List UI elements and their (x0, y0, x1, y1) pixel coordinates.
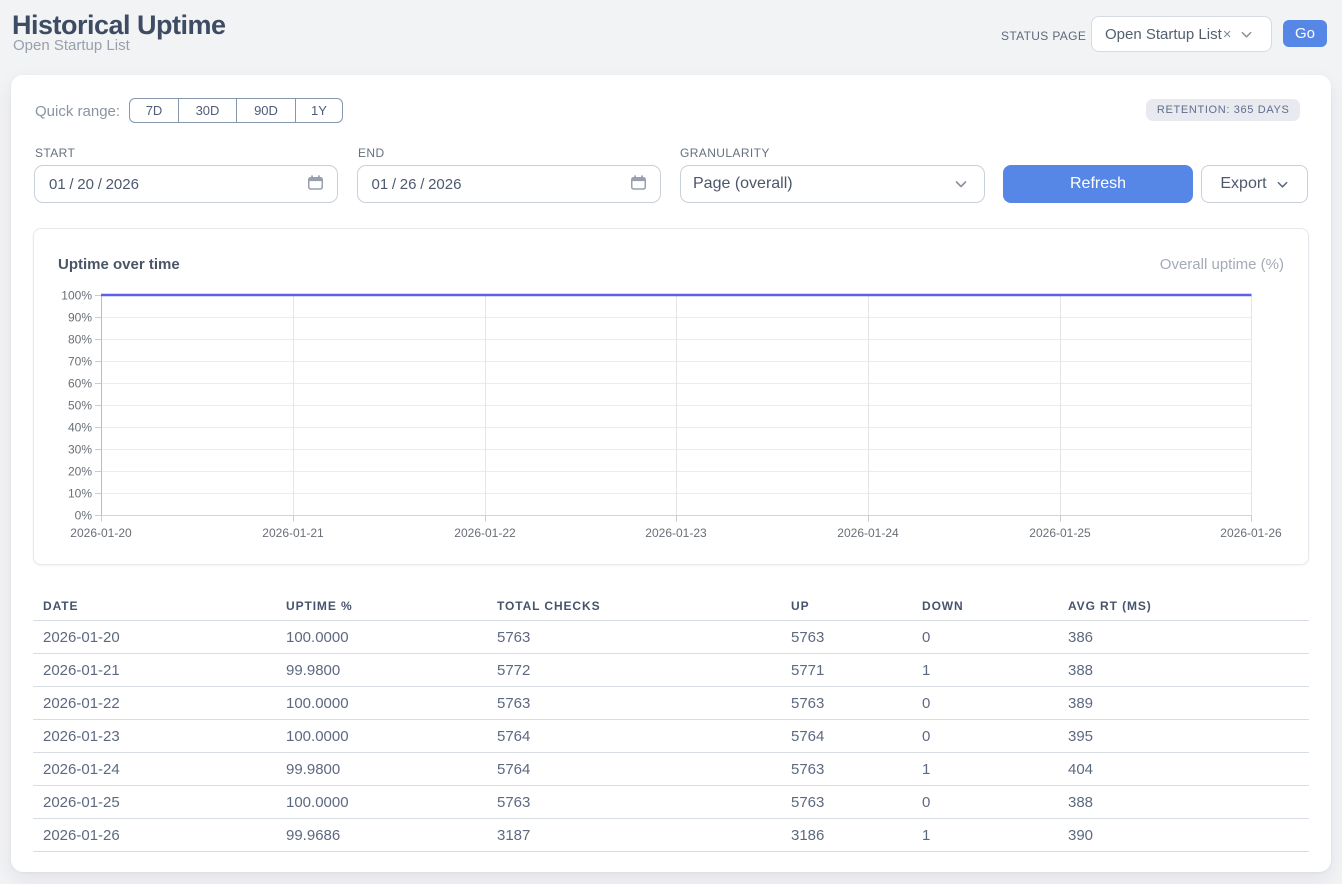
svg-text:90%: 90% (68, 311, 92, 325)
svg-text:100%: 100% (61, 289, 92, 303)
svg-text:2026-01-25: 2026-01-25 (1029, 526, 1091, 540)
svg-text:40%: 40% (68, 421, 92, 435)
svg-text:30%: 30% (68, 443, 92, 457)
svg-text:80%: 80% (68, 333, 92, 347)
svg-text:2026-01-22: 2026-01-22 (454, 526, 516, 540)
svg-text:2026-01-20: 2026-01-20 (70, 526, 132, 540)
svg-text:70%: 70% (68, 355, 92, 369)
svg-text:0%: 0% (75, 509, 93, 523)
svg-text:2026-01-21: 2026-01-21 (262, 526, 324, 540)
svg-text:50%: 50% (68, 399, 92, 413)
svg-text:2026-01-26: 2026-01-26 (1220, 526, 1282, 540)
svg-text:2026-01-24: 2026-01-24 (837, 526, 899, 540)
svg-text:2026-01-23: 2026-01-23 (645, 526, 707, 540)
svg-text:10%: 10% (68, 487, 92, 501)
svg-text:20%: 20% (68, 465, 92, 479)
svg-text:60%: 60% (68, 377, 92, 391)
